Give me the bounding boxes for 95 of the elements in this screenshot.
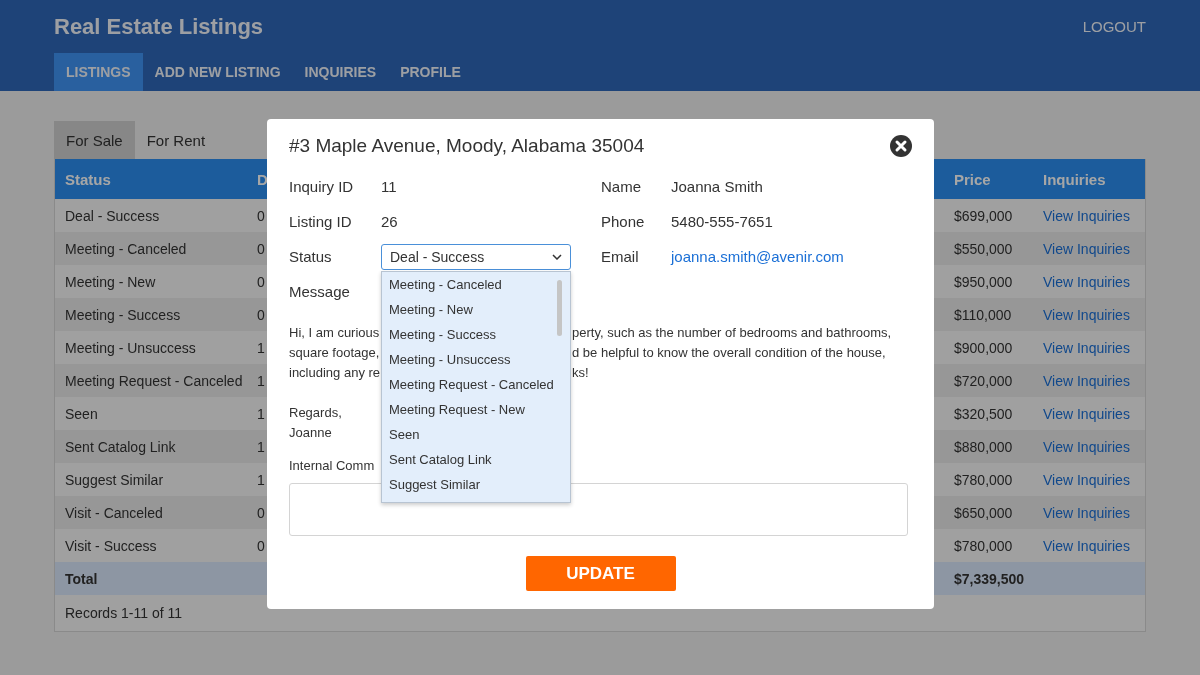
table-cell-text: Seen: [64, 405, 98, 422]
view-inquiries-link[interactable]: View Inquiries: [1033, 306, 1130, 323]
nav-item[interactable]: LISTINGS: [54, 53, 143, 91]
update-button[interactable]: UPDATE: [525, 556, 676, 591]
field-label: Listing ID: [289, 213, 353, 230]
table-cell-text: Suggest Similar: [64, 471, 164, 488]
table-cell-text: $900,000: [953, 339, 1013, 356]
records-count: Records 1-11 of 11: [64, 604, 183, 623]
logout-link[interactable]: LOGOUT: [1082, 18, 1146, 35]
dropdown-option[interactable]: Meeting - Canceled: [382, 271, 558, 297]
table-cell-text: Sent Catalog Link: [64, 438, 176, 455]
column-header: Inquiries: [1042, 170, 1106, 188]
column-header: D: [256, 170, 268, 188]
signature-text: Regards,: [289, 405, 342, 420]
view-inquiries-link[interactable]: View Inquiries: [1033, 339, 1130, 356]
view-inquiries-link[interactable]: View Inquiries: [1033, 405, 1130, 422]
table-cell-text: $780,000: [953, 471, 1013, 488]
field-label: Phone: [601, 213, 646, 230]
table-cell-text: 1: [256, 471, 265, 488]
table-cell-text: Visit - Canceled: [64, 504, 163, 521]
table-cell-text: 0: [256, 273, 265, 290]
field-value: 11: [381, 178, 397, 195]
message-text: Hi, I am curious: [289, 324, 380, 342]
table-cell-text: $699,000: [953, 207, 1013, 224]
tab[interactable]: For Rent: [134, 121, 218, 159]
dropdown-option[interactable]: Meeting Request - Canceled: [382, 371, 558, 397]
table-cell-text: $320,500: [953, 405, 1013, 422]
table-cell-text: $110,000: [953, 306, 1012, 323]
table-cell-text: Total: [64, 570, 98, 587]
table-cell-text: 0: [256, 306, 265, 323]
field-value: 5480-555-7651: [671, 213, 773, 230]
table-cell-text: $650,000: [953, 504, 1013, 521]
table-cell-text: Meeting - Unsuccess: [64, 339, 196, 356]
message-text: ks!: [572, 364, 589, 382]
table-cell-text: 0: [256, 240, 265, 257]
field-label: Message: [289, 283, 350, 300]
view-inquiries-link[interactable]: View Inquiries: [1033, 438, 1130, 455]
column-header: Status: [64, 170, 111, 188]
table-cell-text: Meeting - Canceled: [64, 240, 187, 257]
signature-text: Joanne: [289, 425, 332, 440]
field-label: Email: [601, 248, 640, 265]
view-inquiries-link[interactable]: View Inquiries: [1033, 240, 1130, 257]
view-inquiries-link[interactable]: View Inquiries: [1033, 471, 1130, 488]
table-cell-text: $550,000: [953, 240, 1013, 257]
field-value: 26: [381, 213, 398, 230]
table-cell-text: $780,000: [953, 537, 1013, 554]
dropdown-option[interactable]: Suggest Similar: [382, 471, 558, 497]
dropdown-option[interactable]: Seen: [382, 421, 558, 447]
status-select[interactable]: Deal - Success: [381, 243, 571, 270]
table-cell-text: Deal - Success: [64, 207, 160, 224]
dropdown-option[interactable]: Meeting Request - New: [382, 396, 558, 422]
message-text: perty, such as the number of bedrooms and bathrooms,: [572, 324, 892, 342]
dropdown-option[interactable]: Meeting - Success: [382, 321, 558, 347]
nav-item[interactable]: ADD NEW LISTING: [142, 53, 293, 91]
close-icon[interactable]: [890, 135, 912, 157]
field-label: Name: [601, 178, 642, 195]
field-label: Internal Comm: [289, 458, 375, 473]
table-cell-text: $7,339,500: [953, 570, 1025, 587]
table-cell-text: Visit - Success: [64, 537, 157, 554]
dropdown-option[interactable]: Sent Catalog Link: [382, 446, 558, 472]
view-inquiries-link[interactable]: View Inquiries: [1033, 273, 1130, 290]
table-cell-text: 0: [256, 207, 265, 224]
chevron-down-icon: [552, 253, 562, 260]
site-title: Real Estate Listings: [54, 13, 264, 40]
column-header: Price: [953, 170, 991, 188]
table-cell-text: Meeting Request - Canceled: [64, 372, 243, 389]
table-cell-text: $720,000: [953, 372, 1013, 389]
table-cell-text: 1: [256, 372, 265, 389]
table-cell-text: 1: [256, 339, 265, 356]
dropdown-option[interactable]: Meeting - Unsuccess: [382, 346, 558, 372]
nav-item[interactable]: PROFILE: [388, 53, 473, 91]
view-inquiries-link[interactable]: View Inquiries: [1033, 207, 1130, 224]
view-inquiries-link[interactable]: View Inquiries: [1033, 372, 1130, 389]
email-link[interactable]: joanna.smith@avenir.com: [671, 248, 844, 265]
message-text: square footage,: [289, 344, 380, 362]
tab[interactable]: For Sale: [54, 121, 135, 159]
message-text: including any re: [289, 364, 381, 382]
table-cell-text: 1: [256, 405, 265, 422]
table-cell-text: $950,000: [953, 273, 1013, 290]
table-cell-text: 0: [256, 504, 265, 521]
view-inquiries-link[interactable]: View Inquiries: [1033, 537, 1130, 554]
table-cell-text: 1: [256, 438, 265, 455]
table-cell-text: 0: [256, 537, 265, 554]
scrollbar-thumb[interactable]: [557, 279, 562, 336]
dropdown-option[interactable]: Meeting - New: [382, 296, 558, 322]
nav-item[interactable]: INQUIRIES: [292, 53, 389, 91]
view-inquiries-link[interactable]: View Inquiries: [1033, 504, 1130, 521]
table-cell-text: Meeting - Success: [64, 306, 181, 323]
field-value: Joanna Smith: [671, 178, 763, 195]
message-text: d be helpful to know the overall condition of the house,: [572, 344, 886, 362]
dialog-title: #3 Maple Avenue, Moody, Alabama 35004: [289, 135, 645, 157]
table-cell-text: Meeting - New: [64, 273, 156, 290]
field-label: Inquiry ID: [289, 178, 355, 195]
field-label: Status: [289, 248, 333, 265]
table-cell-text: $880,000: [953, 438, 1013, 455]
